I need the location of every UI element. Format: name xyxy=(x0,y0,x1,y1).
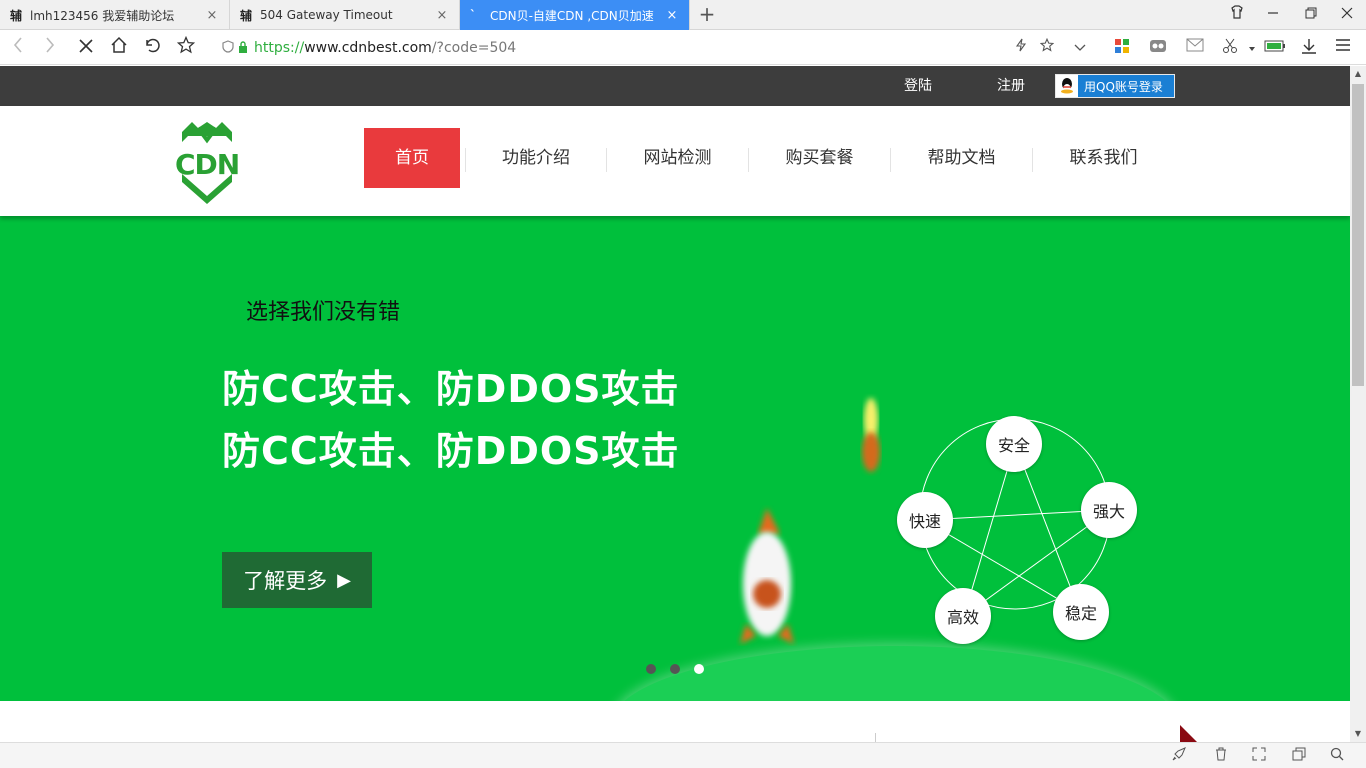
scroll-thumb[interactable] xyxy=(1352,84,1364,386)
scissors-dropdown-icon[interactable] xyxy=(1242,38,1262,58)
home-icon[interactable] xyxy=(107,36,131,60)
minimize-icon[interactable] xyxy=(1256,0,1290,30)
back-icon[interactable] xyxy=(6,36,30,60)
slide-dot[interactable] xyxy=(646,664,656,674)
tab-favicon-icon: 辅 xyxy=(10,8,23,23)
scroll-up-icon[interactable]: ▲ xyxy=(1350,66,1366,82)
apps-grid-icon[interactable] xyxy=(1112,38,1132,58)
hero-headline: 防CC攻击、防DDOS攻击 xyxy=(222,367,680,411)
fullscreen-icon[interactable] xyxy=(1250,747,1268,765)
menu-hamburger-icon[interactable] xyxy=(1333,38,1353,58)
browser-tab[interactable]: 辅 lmh123456 我爱辅助论坛 × xyxy=(0,0,230,30)
slider-dots xyxy=(646,664,704,674)
pentagon-node: 快速 xyxy=(897,492,953,548)
hero-headline: 防CC攻击、防DDOS攻击 xyxy=(222,429,680,473)
new-tab-button[interactable]: + xyxy=(696,4,718,26)
qq-login-label: 用QQ账号登录 xyxy=(1084,79,1163,94)
red-corner-graphic xyxy=(1180,725,1206,742)
nav-features[interactable]: 功能介绍 xyxy=(466,128,606,188)
nav-home[interactable]: 首页 xyxy=(364,128,460,188)
search-icon[interactable] xyxy=(1328,747,1346,765)
top-strip: 登陆 注册 用QQ账号登录 xyxy=(0,66,1350,106)
undo-close-icon[interactable] xyxy=(140,36,164,60)
url-path: /?code=504 xyxy=(431,40,517,56)
hero-banner: 选择我们没有错 防CC攻击、防DDOS攻击 防CC攻击、防DDOS攻击 了解更多… xyxy=(0,216,1350,701)
divider-line xyxy=(875,733,876,742)
lightning-icon[interactable] xyxy=(1011,38,1031,58)
pentagon-node: 安全 xyxy=(986,416,1042,472)
vertical-scrollbar[interactable]: ▲ ▼ xyxy=(1350,66,1366,742)
url-host: www.cdnbest.com xyxy=(304,40,432,56)
stop-loading-icon[interactable] xyxy=(74,36,98,60)
pentagon-node: 稳定 xyxy=(1053,584,1109,640)
rocket-speedup-icon[interactable] xyxy=(1170,747,1188,765)
favorite-star-icon[interactable] xyxy=(1037,37,1057,58)
status-bar xyxy=(0,742,1366,768)
mail-icon[interactable] xyxy=(1185,38,1205,58)
close-window-icon[interactable] xyxy=(1330,0,1364,30)
cdn-logo[interactable]: CDN xyxy=(172,114,242,208)
tab-title: CDN贝-自建CDN ,CDN贝加速 xyxy=(490,8,654,23)
lock-icon xyxy=(238,40,248,56)
scissors-icon[interactable] xyxy=(1220,38,1240,58)
tab-loading-icon: ` xyxy=(470,8,476,22)
url-protocol: https:// xyxy=(254,40,305,56)
tab-title: 504 Gateway Timeout xyxy=(260,8,393,22)
address-bar: https:// www.cdnbest.com /?code=504 xyxy=(0,31,1366,65)
pentagon-node: 高效 xyxy=(935,588,991,644)
nav-contact-us[interactable]: 联系我们 xyxy=(1033,128,1174,188)
nav-site-check[interactable]: 网站检测 xyxy=(607,128,748,188)
shield-icon xyxy=(222,39,234,57)
download-icon[interactable] xyxy=(1299,38,1319,58)
nav-help-docs[interactable]: 帮助文档 xyxy=(891,128,1032,188)
url-field[interactable]: https:// www.cdnbest.com /?code=504 xyxy=(222,36,516,60)
register-link[interactable]: 注册 xyxy=(997,66,1025,106)
play-arrow-icon: ▶ xyxy=(337,569,351,591)
skin-icon[interactable] xyxy=(1220,0,1254,30)
content-area xyxy=(0,701,1350,742)
tab-title: lmh123456 我爱辅助论坛 xyxy=(30,8,175,23)
scroll-down-icon[interactable]: ▼ xyxy=(1350,726,1366,742)
login-link[interactable]: 登陆 xyxy=(904,66,932,106)
extension-icon[interactable] xyxy=(1148,38,1168,58)
hero-subtitle: 选择我们没有错 xyxy=(246,300,401,325)
flame-graphic xyxy=(856,390,886,480)
chevron-down-icon[interactable] xyxy=(1070,38,1090,58)
logo-text: CDN xyxy=(175,148,240,181)
qq-penguin-icon xyxy=(1056,75,1078,97)
rocket-graphic xyxy=(736,504,798,652)
learn-more-button[interactable]: 了解更多 ▶ xyxy=(222,552,372,608)
web-page: 登陆 注册 用QQ账号登录 CDN 首页 功能介绍 网站检测 购买套餐 帮助文档… xyxy=(0,66,1350,742)
browser-tab[interactable]: 辅 504 Gateway Timeout × xyxy=(230,0,460,30)
window-icon[interactable] xyxy=(1290,747,1308,765)
close-tab-icon[interactable]: × xyxy=(435,8,449,23)
forward-icon[interactable] xyxy=(38,36,62,60)
site-header: CDN 首页 功能介绍 网站检测 购买套餐 帮助文档 联系我们 xyxy=(0,106,1350,216)
battery-icon[interactable] xyxy=(1264,38,1285,58)
slide-dot-active[interactable] xyxy=(694,664,704,674)
qq-login-button[interactable]: 用QQ账号登录 xyxy=(1055,74,1175,98)
nav-buy-plans[interactable]: 购买套餐 xyxy=(749,128,890,188)
tab-favicon-icon: 辅 xyxy=(240,8,253,23)
pentagon-node: 强大 xyxy=(1081,482,1137,538)
pentagon-diagram: 安全 强大 稳定 高效 快速 xyxy=(890,398,1150,644)
browser-tab-active[interactable]: ` CDN贝-自建CDN ,CDN贝加速 × xyxy=(460,0,690,30)
bookmark-star-icon[interactable] xyxy=(174,35,198,60)
restore-icon[interactable] xyxy=(1294,0,1328,30)
slide-dot[interactable] xyxy=(670,664,680,674)
trash-icon[interactable] xyxy=(1212,747,1230,765)
learn-more-label: 了解更多 xyxy=(243,569,328,593)
tab-bar: 辅 lmh123456 我爱辅助论坛 × 辅 504 Gateway Timeo… xyxy=(0,0,1366,30)
close-tab-icon[interactable]: × xyxy=(205,8,219,23)
close-tab-icon[interactable]: × xyxy=(665,8,679,23)
